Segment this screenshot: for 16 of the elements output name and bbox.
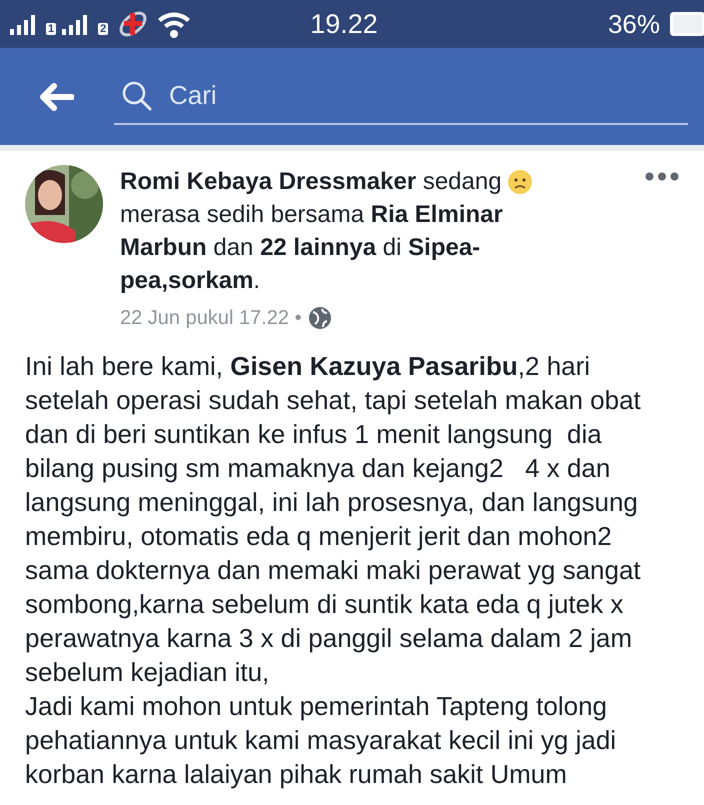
battery-percent: 36%	[608, 8, 660, 40]
post-text: Ini lah bere kami, Gisen Kazuya Pasaribu,2 hari setelah operasi sudah sehat, tapi setelah makan obat dan di beri suntikan ke infus 1 menit langsung dia bilang pusing sm mamaknya dan kejang2 4 x dan langsung meninggal, ini lah prosesnya, dan langsung membiru, otomatis eda q menjerit jerit dan mohon2 sama dokternya dan memaki maki perawat yg sangat sombong,karna sebelum di suntik kata eda q jutek x perawatnya karna 3 x di panggil selama dalam 2 jam sebelum kejadian itu,	[25, 350, 642, 689]
search-field[interactable]: Cari	[169, 76, 649, 115]
back-arrow-icon[interactable]	[38, 82, 74, 110]
post-text: Jadi kami mohon untuk pemerintah Tapteng tolong pehatiannya untuk kami masyarakat kecil ini yg jadi korban karna lalaiyan pihak rumah sakit Umum	[25, 690, 618, 791]
battery-icon	[670, 12, 704, 36]
search-icon	[121, 80, 153, 112]
sim-number: 2	[98, 23, 108, 35]
post-header: merasa sedih bersama Ria Elminar Marbun dan 22 lainnya di Sipea- pea,sorkam.	[120, 200, 504, 296]
post-timestamp[interactable]: 22 Jun pukul 17.22 •	[120, 303, 302, 333]
sad-face-icon	[506, 168, 533, 194]
search-bar[interactable]: Cari	[114, 68, 688, 124]
post-header: Romi Kebaya Dressmaker sedang	[120, 167, 502, 197]
clock-time: 19.22	[310, 8, 378, 41]
sim-number: 1	[46, 23, 56, 35]
more-options-icon[interactable]	[645, 172, 679, 181]
